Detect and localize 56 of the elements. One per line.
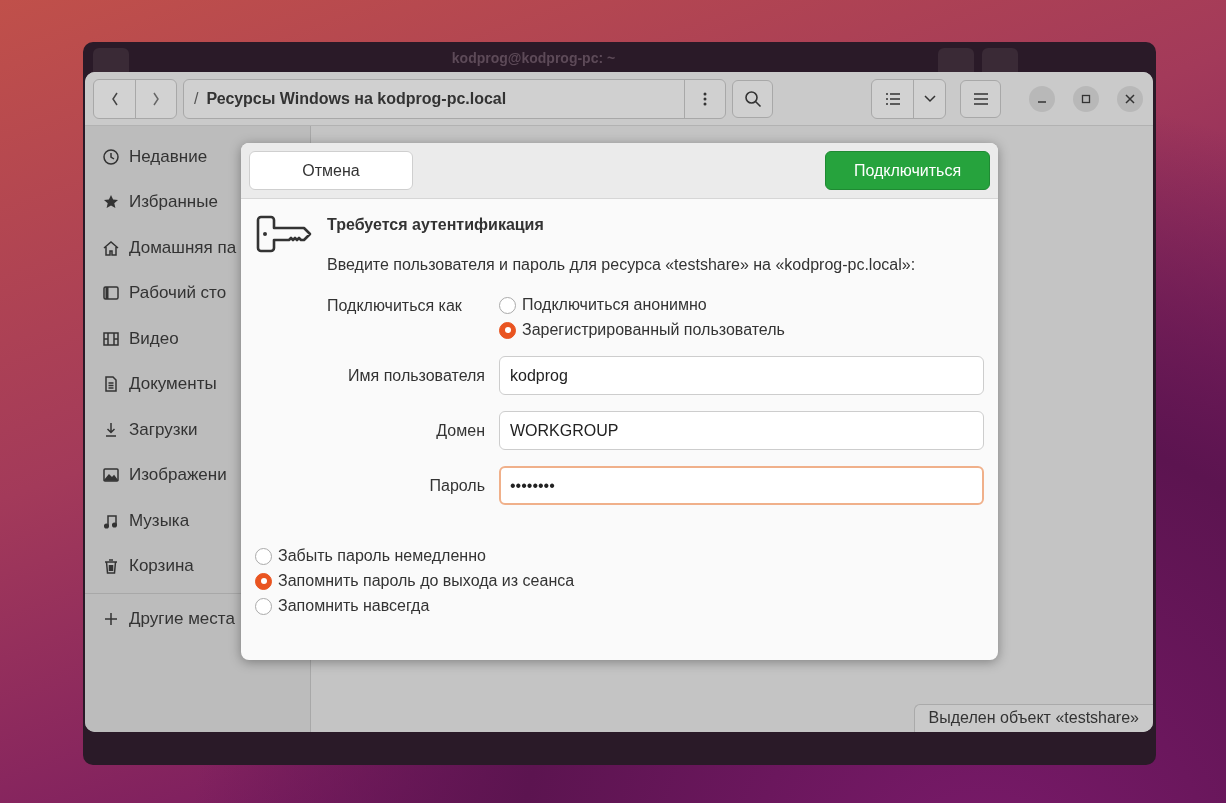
sidebar-item[interactable]: Изображени xyxy=(129,465,227,486)
sidebar-item[interactable]: Домашняя па xyxy=(129,237,237,258)
chevron-down-icon xyxy=(923,94,936,103)
plus-icon xyxy=(102,610,120,628)
sidebar-item[interactable]: Недавние xyxy=(129,146,208,167)
chevron-right-icon xyxy=(151,90,161,107)
sidebar-item[interactable]: Рабочий сто xyxy=(129,283,227,304)
radio-icon[interactable] xyxy=(499,321,516,339)
radio-option[interactable]: Зарегистрированный пользователь xyxy=(499,321,984,339)
sidebar-item[interactable]: Загрузки xyxy=(129,419,198,440)
key-icon xyxy=(255,215,313,255)
trash-icon xyxy=(102,557,120,576)
radio-icon[interactable] xyxy=(255,597,272,615)
close-icon xyxy=(1125,93,1135,104)
path-separator: / xyxy=(193,89,199,108)
radio-option[interactable]: Запомнить пароль до выхода из сеанса xyxy=(255,572,984,590)
sidebar-item[interactable]: Документы xyxy=(129,374,217,395)
maximize-icon xyxy=(1081,93,1091,104)
sidebar-item[interactable]: Избранные xyxy=(129,192,218,213)
radio-option[interactable]: Запомнить навсегда xyxy=(255,597,984,615)
home-icon xyxy=(102,238,120,257)
close-button[interactable] xyxy=(1117,85,1143,112)
dialog-title: Требуется аутентификация xyxy=(327,216,545,234)
radio-option[interactable]: Забыть пароль немедленно xyxy=(255,547,984,565)
sidebar-item[interactable]: Другие места xyxy=(129,609,235,629)
sidebar-item[interactable]: Корзина xyxy=(129,556,194,577)
status-label: Выделен объект «testshare» xyxy=(913,704,1153,732)
menu-icon xyxy=(972,91,989,106)
radio-option[interactable]: Подключиться анонимно xyxy=(499,296,984,314)
maximize-button[interactable] xyxy=(1073,85,1099,112)
radio-icon[interactable] xyxy=(499,296,516,314)
dialog-message: Введите пользователя и пароль для ресурса «testshare» на «kodprog-pc.local»: xyxy=(327,256,917,274)
desktop-icon xyxy=(102,284,120,303)
radio-icon[interactable] xyxy=(255,572,272,590)
clock-icon xyxy=(102,147,120,166)
chevron-left-icon xyxy=(109,90,120,107)
image-icon xyxy=(102,466,120,485)
input-field[interactable]: •••••••• xyxy=(499,466,984,505)
more-icon xyxy=(703,91,707,106)
list-icon xyxy=(884,91,901,106)
cancel-button[interactable]: Отмена xyxy=(249,151,413,190)
minimize-button[interactable] xyxy=(1029,85,1055,112)
field-label: Пароль xyxy=(428,476,486,495)
film-icon xyxy=(102,329,120,348)
field-label: Имя пользователя xyxy=(347,366,486,385)
document-icon xyxy=(102,375,120,394)
minimize-icon xyxy=(1037,100,1047,103)
sidebar-item[interactable]: Видео xyxy=(129,328,179,349)
input-field[interactable]: WORKGROUP xyxy=(499,411,984,450)
input-field[interactable]: kodprog xyxy=(499,356,984,395)
search-icon xyxy=(743,89,762,108)
radio-icon[interactable] xyxy=(255,547,272,565)
field-label: Домен xyxy=(435,421,486,440)
connect-as-label: Подключиться как xyxy=(327,296,463,316)
sidebar-item[interactable]: Музыка xyxy=(129,510,190,531)
path-bar[interactable]: / Ресурсы Windows на kodprog-pc.local xyxy=(183,78,726,119)
